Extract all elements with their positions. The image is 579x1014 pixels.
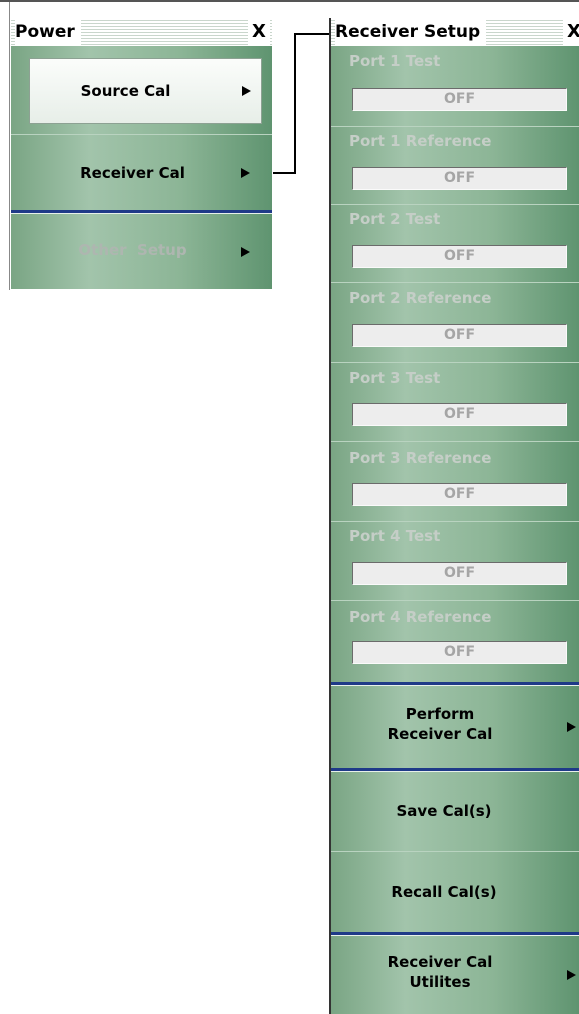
receiver-cal-utilities-button[interactable]: Receiver Cal Utilites [331, 936, 579, 1014]
field-divider [331, 126, 579, 127]
port-4-reference-input[interactable]: OFF [352, 641, 567, 664]
port-4-reference-label: Port 4 Reference [349, 608, 492, 626]
save-cals-button[interactable]: Save Cal(s) [331, 772, 579, 850]
left-edge-line [9, 2, 10, 290]
receiver-setup-titlebar: Receiver Setup X [331, 18, 579, 46]
port-1-test-input[interactable]: OFF [352, 88, 567, 111]
perform-receiver-cal-arrow-icon [567, 722, 576, 732]
port-1-test-label: Port 1 Test [349, 52, 441, 70]
receiver-cal-label: Receiver Cal [80, 164, 185, 182]
receiver-setup-title: Receiver Setup [335, 18, 487, 46]
port-4-test-label: Port 4 Test [349, 527, 441, 545]
receiver-setup-panel: Receiver Setup X Port 1 Test OFF Port 1 … [329, 18, 579, 1014]
perform-receiver-cal-line2: Receiver Cal [387, 725, 493, 743]
power-menu-titlebar: Power X [11, 18, 272, 46]
receiver-cal-utilities-line2: Utilites [409, 973, 471, 991]
port-3-test-input[interactable]: OFF [352, 403, 567, 426]
other-setup-label: Other Setup [78, 241, 187, 259]
field-divider [331, 362, 579, 363]
receiver-cal-utilities-line1: Receiver Cal [387, 953, 493, 971]
recall-cals-label: Recall Cal(s) [391, 883, 497, 901]
button-divider [331, 851, 579, 852]
port-1-reference-label: Port 1 Reference [349, 132, 492, 150]
source-cal-button[interactable]: Source Cal [29, 58, 262, 124]
source-cal-arrow-icon [242, 86, 251, 96]
top-border-line [0, 0, 579, 2]
port-2-test-label: Port 2 Test [349, 210, 441, 228]
power-menu-title: Power [15, 18, 81, 46]
port-2-reference-input[interactable]: OFF [352, 324, 567, 347]
source-cal-label: Source Cal [80, 82, 171, 100]
other-setup-arrow-icon [241, 246, 250, 257]
receiver-cal-arrow-icon [241, 168, 250, 178]
recall-cals-button[interactable]: Recall Cal(s) [331, 853, 579, 931]
receiver-setup-close-button[interactable]: X [563, 18, 579, 46]
perform-receiver-cal-line1: Perform [405, 705, 475, 723]
receiver-cal-utilities-arrow-icon [567, 970, 576, 980]
field-divider [331, 600, 579, 601]
port-2-test-input[interactable]: OFF [352, 245, 567, 268]
save-cals-label: Save Cal(s) [396, 802, 492, 820]
port-3-reference-label: Port 3 Reference [349, 449, 492, 467]
field-divider [331, 441, 579, 442]
port-3-test-label: Port 3 Test [349, 369, 441, 387]
power-menu-divider [11, 134, 272, 135]
field-divider [331, 282, 579, 283]
field-divider [331, 204, 579, 205]
port-1-reference-input[interactable]: OFF [352, 167, 567, 190]
field-divider [331, 521, 579, 522]
other-setup-button[interactable]: Other Setup [11, 214, 272, 289]
power-menu-close-button[interactable]: X [248, 18, 270, 46]
receiver-cal-button[interactable]: Receiver Cal [11, 136, 272, 210]
perform-receiver-cal-button[interactable]: Perform Receiver Cal [331, 686, 579, 768]
power-menu-panel: Power X Source Cal Receiver Cal Other Se… [11, 18, 272, 289]
port-2-reference-label: Port 2 Reference [349, 289, 492, 307]
port-4-test-input[interactable]: OFF [352, 562, 567, 585]
port-3-reference-input[interactable]: OFF [352, 483, 567, 506]
